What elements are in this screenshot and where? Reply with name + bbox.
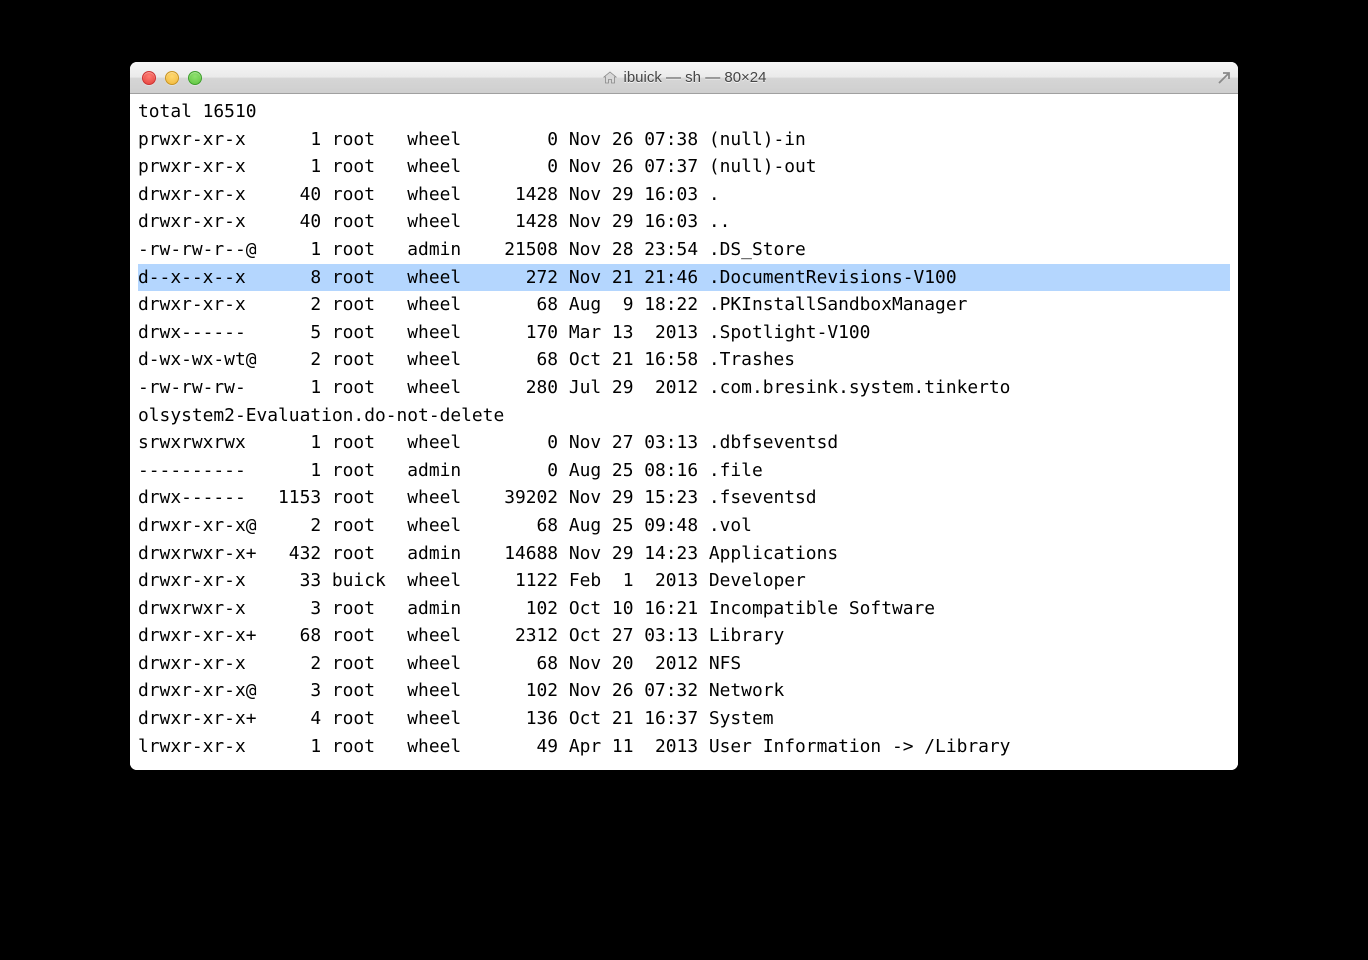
table-row: drwx------ 5 root wheel 170 Mar 13 2013 … (138, 319, 1230, 347)
table-row: prwxr-xr-x 1 root wheel 0 Nov 26 07:37 (… (138, 153, 1230, 181)
table-row: drwxr-xr-x 40 root wheel 1428 Nov 29 16:… (138, 208, 1230, 236)
table-row: d-wx-wx-wt@ 2 root wheel 68 Oct 21 16:58… (138, 346, 1230, 374)
table-row: drwxr-xr-x 33 buick wheel 1122 Feb 1 201… (138, 567, 1230, 595)
table-row: drwxr-xr-x 40 root wheel 1428 Nov 29 16:… (138, 181, 1230, 209)
table-row: lrwxr-xr-x 1 root wheel 49 Apr 11 2013 U… (138, 733, 1230, 761)
table-row: drwxr-xr-x@ 3 root wheel 102 Nov 26 07:3… (138, 677, 1230, 705)
table-row: drwxr-xr-x@ 2 root wheel 68 Aug 25 09:48… (138, 512, 1230, 540)
titlebar[interactable]: ibuick — sh — 80×24 (130, 62, 1238, 94)
table-row: drwxrwxr-x+ 432 root admin 14688 Nov 29 … (138, 540, 1230, 568)
terminal-wrapped-line: olsystem2-Evaluation.do-not-delete (138, 402, 1230, 430)
table-row: drwxr-xr-x+ 68 root wheel 2312 Oct 27 03… (138, 622, 1230, 650)
table-row: drwxr-xr-x 2 root wheel 68 Nov 20 2012 N… (138, 650, 1230, 678)
table-row: drwx------ 1153 root wheel 39202 Nov 29 … (138, 484, 1230, 512)
table-row: ---------- 1 root admin 0 Aug 25 08:16 .… (138, 457, 1230, 485)
close-button[interactable] (142, 71, 156, 85)
table-row: srwxrwxrwx 1 root wheel 0 Nov 27 03:13 .… (138, 429, 1230, 457)
window-title-text: ibuick — sh — 80×24 (624, 69, 767, 86)
terminal-total-line: total 16510 (138, 98, 1230, 126)
table-row: drwxrwxr-x 3 root admin 102 Oct 10 16:21… (138, 595, 1230, 623)
table-row: drwxr-xr-x 2 root wheel 68 Aug 9 18:22 .… (138, 291, 1230, 319)
table-row: -rw-rw-r--@ 1 root admin 21508 Nov 28 23… (138, 236, 1230, 264)
zoom-button[interactable] (188, 71, 202, 85)
table-row: -rw-rw-rw- 1 root wheel 280 Jul 29 2012 … (138, 374, 1230, 402)
terminal-window: ibuick — sh — 80×24 total 16510prwxr-xr-… (130, 62, 1238, 770)
terminal-output[interactable]: total 16510prwxr-xr-x 1 root wheel 0 Nov… (130, 94, 1238, 770)
traffic-lights (130, 71, 202, 85)
table-row: drwxr-xr-x+ 4 root wheel 136 Oct 21 16:3… (138, 705, 1230, 733)
expand-icon[interactable] (1216, 70, 1232, 86)
table-row: prwxr-xr-x 1 root wheel 0 Nov 26 07:38 (… (138, 126, 1230, 154)
minimize-button[interactable] (165, 71, 179, 85)
window-title: ibuick — sh — 80×24 (130, 69, 1238, 86)
table-row: d--x--x--x 8 root wheel 272 Nov 21 21:46… (138, 264, 1230, 292)
home-icon (602, 70, 618, 86)
